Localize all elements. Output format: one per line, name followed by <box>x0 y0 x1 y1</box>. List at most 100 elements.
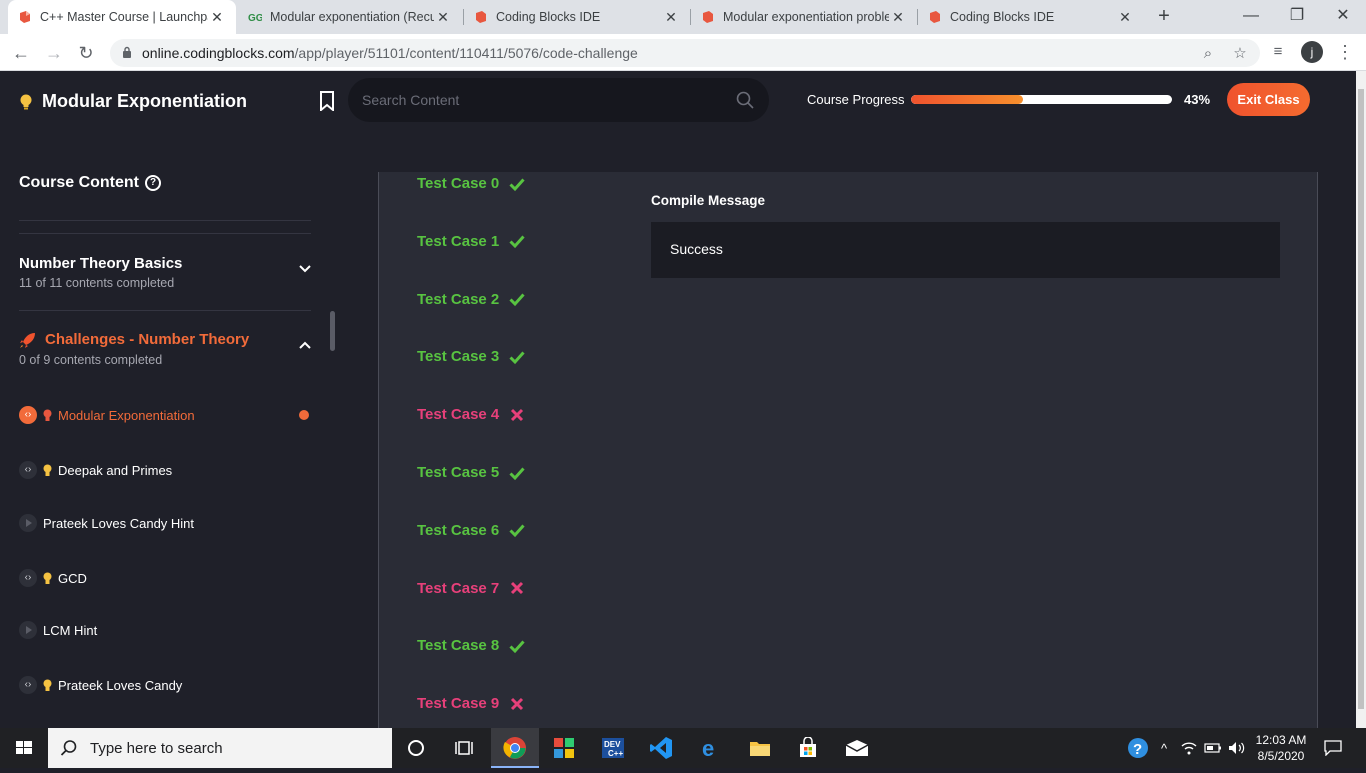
show-hidden-icons-icon[interactable]: ^ <box>1154 728 1174 768</box>
section-number-theory-basics[interactable]: Number Theory Basics 11 of 11 contents c… <box>19 255 311 290</box>
divider <box>19 233 311 234</box>
url-path: /app/player/51101/content/110411/5076/co… <box>294 45 638 61</box>
chrome-taskbar-icon[interactable] <box>491 728 539 768</box>
zoom-icon[interactable]: ⌕ <box>1198 44 1218 64</box>
compile-message-text: Success <box>670 241 723 257</box>
search-input[interactable] <box>362 78 722 122</box>
file-explorer-taskbar-icon[interactable] <box>736 728 784 768</box>
browser-menu-icon[interactable]: ⋮ <box>1336 40 1354 64</box>
help-icon[interactable]: ? <box>145 175 161 191</box>
browser-tab[interactable]: Coding Blocks IDE ✕ <box>920 0 1142 34</box>
back-button[interactable]: ← <box>8 40 34 66</box>
wifi-icon[interactable] <box>1178 728 1200 768</box>
test-case-result: Test Case 3 <box>417 348 525 365</box>
checkmark-icon <box>509 466 525 480</box>
start-button[interactable] <box>0 728 48 768</box>
checkmark-icon <box>509 351 525 365</box>
codingblocks-favicon-icon <box>476 11 486 23</box>
new-tab-button[interactable]: + <box>1152 6 1176 28</box>
windows-logo-icon <box>16 741 32 754</box>
tab-close-icon[interactable]: ✕ <box>434 9 452 26</box>
task-view-icon[interactable] <box>440 728 488 768</box>
profile-avatar[interactable]: j <box>1301 41 1323 63</box>
checkmark-icon <box>509 177 525 191</box>
content-item-label: Prateek Loves Candy Hint <box>43 515 195 531</box>
tab-close-icon[interactable]: ✕ <box>1116 9 1134 26</box>
content-item-label: Deepak and Primes <box>58 462 173 478</box>
lightbulb-icon <box>20 94 32 109</box>
content-item-label: GCD <box>58 570 87 586</box>
content-item-label: LCM Hint <box>43 622 98 638</box>
volume-icon[interactable] <box>1226 728 1248 768</box>
edge-taskbar-icon[interactable]: e <box>687 728 735 768</box>
checkmark-icon <box>509 524 525 538</box>
chrome-logo-icon <box>503 737 526 759</box>
minimize-button[interactable]: — <box>1231 4 1271 28</box>
chevron-up-icon[interactable] <box>299 339 311 351</box>
app-tiles-taskbar-icon[interactable] <box>540 728 588 768</box>
progress-percent: 43% <box>1184 92 1211 107</box>
content-item-prateek-loves-candy-hint[interactable]: Prateek Loves Candy Hint <box>19 511 311 535</box>
test-case-label: Test Case 4 <box>417 406 500 424</box>
media-control-icon[interactable]: ≡ <box>1268 42 1288 62</box>
search-icon <box>60 740 77 756</box>
help-tray-icon[interactable]: ? <box>1124 728 1152 768</box>
browser-tab[interactable]: C++ Master Course | Launchpa ✕ <box>8 0 236 34</box>
section-challenges-number-theory[interactable]: Challenges - Number Theory 0 of 9 conten… <box>19 331 311 367</box>
page-scrollbar[interactable] <box>1356 71 1366 728</box>
browser-toolbar: ← → ↻ online.codingblocks.com/app/player… <box>0 34 1366 71</box>
bookmark-star-icon[interactable]: ☆ <box>1230 44 1250 64</box>
chevron-down-icon[interactable] <box>299 263 311 275</box>
content-item-prateek-loves-candy[interactable]: Prateek Loves Candy <box>19 673 311 697</box>
test-case-label: Test Case 8 <box>417 637 500 655</box>
course-sidebar: Course Content ? Number Theory Basics 11… <box>0 144 329 728</box>
exit-class-button[interactable]: Exit Class <box>1227 83 1310 116</box>
taskbar-search[interactable]: Type here to search <box>48 728 392 768</box>
content-item-gcd[interactable]: GCD <box>19 566 311 590</box>
task-view-glyph-icon <box>455 741 473 755</box>
section-title: Challenges - Number Theory <box>45 331 250 348</box>
page-scrollbar-thumb[interactable] <box>1358 89 1364 709</box>
taskbar-search-placeholder: Type here to search <box>90 739 223 757</box>
close-window-button[interactable]: ✕ <box>1323 4 1363 28</box>
notifications-icon[interactable] <box>1318 728 1348 768</box>
course-progress-bar <box>911 95 1172 104</box>
tab-close-icon[interactable]: ✕ <box>208 9 226 26</box>
sidebar-scrollbar[interactable] <box>330 311 335 351</box>
vscode-taskbar-icon[interactable] <box>637 728 685 768</box>
content-item-lcm-hint[interactable]: LCM Hint <box>19 618 311 642</box>
devcpp-taskbar-icon[interactable]: DEV C++ <box>589 728 637 768</box>
codingblocks-favicon-icon <box>703 11 713 23</box>
search-icon[interactable] <box>735 90 755 110</box>
wifi-signal-icon <box>1181 742 1197 755</box>
system-clock[interactable]: 12:03 AM 8/5/2020 <box>1250 732 1312 764</box>
code-challenge-icon <box>19 676 37 694</box>
codingblocks-favicon-icon <box>20 11 30 23</box>
test-case-result: Test Case 8 <box>417 637 525 654</box>
browser-tab[interactable]: Coding Blocks IDE ✕ <box>466 0 688 34</box>
progress-label: Course Progress <box>807 92 905 107</box>
browser-tab[interactable]: Modular exponentiation proble ✕ <box>693 0 915 34</box>
store-taskbar-icon[interactable] <box>784 728 832 768</box>
content-item-deepak-and-primes[interactable]: Deepak and Primes <box>19 458 311 482</box>
address-bar[interactable]: online.codingblocks.com/app/player/51101… <box>110 39 1260 67</box>
browser-tab[interactable]: GG Modular exponentiation (Recu ✕ <box>240 0 460 34</box>
battery-icon[interactable] <box>1202 728 1224 768</box>
reload-button[interactable]: ↻ <box>73 40 99 66</box>
battery-level-icon <box>1204 743 1221 753</box>
forward-button[interactable]: → <box>41 40 67 66</box>
tab-separator <box>690 9 691 25</box>
test-case-result: Test Case 5 <box>417 464 525 481</box>
tab-close-icon[interactable]: ✕ <box>662 9 680 26</box>
mail-taskbar-icon[interactable] <box>833 728 881 768</box>
test-case-result: Test Case 2 <box>417 291 525 308</box>
tab-title: Modular exponentiation (Recu <box>270 10 434 24</box>
tab-close-icon[interactable]: ✕ <box>889 9 907 26</box>
svg-text:C++: C++ <box>608 749 623 758</box>
bookmark-icon[interactable] <box>319 91 335 111</box>
svg-text:e: e <box>702 737 714 759</box>
restore-button[interactable]: ❐ <box>1277 4 1317 28</box>
content-item-modular-exponentiation[interactable]: Modular Exponentiation <box>19 403 311 427</box>
cross-icon <box>511 697 524 710</box>
cortana-icon[interactable] <box>392 728 440 768</box>
